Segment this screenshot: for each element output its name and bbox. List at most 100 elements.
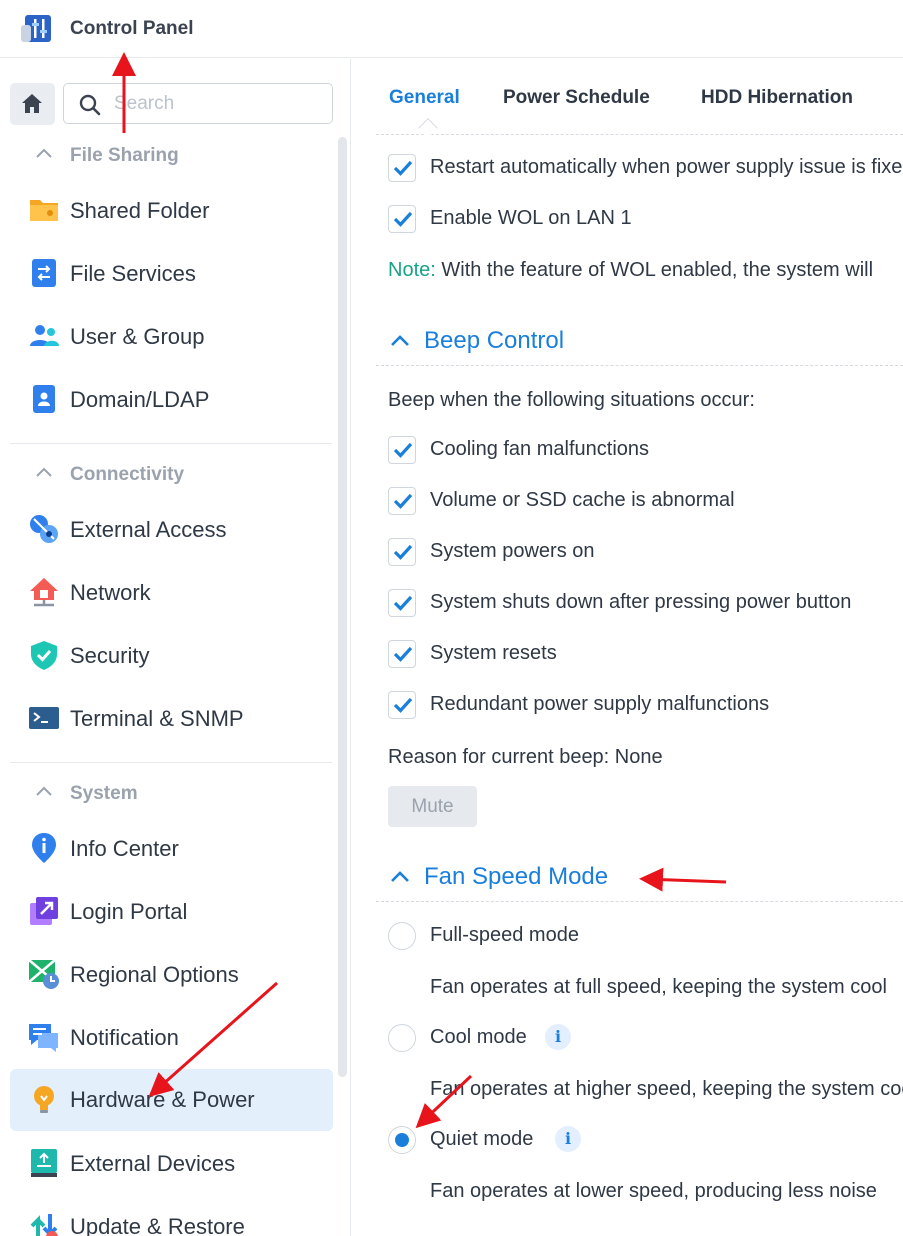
checkmark-icon <box>393 646 413 662</box>
login-portal-icon <box>30 897 58 925</box>
sidebar-divider <box>10 762 332 763</box>
sidebar-item-network[interactable]: Network <box>10 562 333 624</box>
info-icon[interactable]: i <box>555 1126 581 1152</box>
beep-option-label: Redundant power supply malfunctions <box>430 693 770 715</box>
sidebar-item-security[interactable]: Security <box>10 625 333 687</box>
wol-checkbox[interactable] <box>388 205 416 233</box>
group-header-system[interactable]: System <box>35 779 325 809</box>
chevron-up-icon <box>36 786 52 796</box>
beep-option-label: System shuts down after pressing power b… <box>430 591 852 613</box>
wol-note: Note: With the feature of WOL enabled, t… <box>388 259 873 282</box>
active-tab-indicator <box>418 118 438 138</box>
sidebar-item-domain-ldap[interactable]: Domain/LDAP <box>10 369 333 431</box>
beep-checkbox[interactable] <box>388 589 416 617</box>
fan-mode-label: Full-speed mode <box>430 924 579 946</box>
section-beep-control[interactable]: Beep Control <box>376 313 903 373</box>
tab-general[interactable]: General <box>389 87 460 109</box>
beep-checkbox[interactable] <box>388 436 416 464</box>
sidebar-item-login-portal[interactable]: Login Portal <box>10 881 333 943</box>
chevron-up-icon <box>391 871 409 882</box>
search-box[interactable] <box>63 83 333 124</box>
sidebar-item-hardware-power[interactable]: Hardware & Power <box>10 1069 333 1131</box>
beep-checkbox[interactable] <box>388 487 416 515</box>
beep-checkbox[interactable] <box>388 640 416 668</box>
notification-icon <box>29 1024 58 1052</box>
wol-label: Enable WOL on LAN 1 <box>430 207 632 229</box>
sidebar-divider <box>10 443 332 444</box>
restart-auto-checkbox[interactable] <box>388 154 416 182</box>
main-panel: General Power Schedule HDD Hibernation R… <box>352 59 903 1236</box>
beep-option-label: System powers on <box>430 540 595 562</box>
checkmark-icon <box>393 493 413 509</box>
note-key: Note: <box>388 259 436 281</box>
info-icon[interactable]: i <box>545 1024 571 1050</box>
checkmark-icon <box>393 211 413 227</box>
chevron-up-icon <box>36 467 52 477</box>
checkmark-icon <box>393 160 413 176</box>
terminal-icon <box>29 707 59 729</box>
tab-power-schedule[interactable]: Power Schedule <box>503 87 650 109</box>
sidebar: File Sharing Shared Folder File Services… <box>0 59 351 1236</box>
beep-checkbox[interactable] <box>388 691 416 719</box>
section-fan-speed-mode[interactable]: Fan Speed Mode <box>376 849 903 909</box>
restart-auto-label: Restart automatically when power supply … <box>430 156 903 178</box>
beep-checkbox[interactable] <box>388 538 416 566</box>
quiet-mode-radio[interactable] <box>388 1126 416 1154</box>
sidebar-item-terminal-snmp[interactable]: Terminal & SNMP <box>10 688 333 750</box>
home-button[interactable] <box>10 83 55 125</box>
regional-options-icon <box>28 959 59 989</box>
beep-reason: Reason for current beep: None <box>388 746 663 768</box>
tab-bar: General Power Schedule HDD Hibernation <box>376 59 903 138</box>
sidebar-item-external-devices[interactable]: External Devices <box>10 1133 333 1195</box>
sidebar-item-update-restore[interactable]: Update & Restore <box>10 1196 333 1236</box>
shared-folder-icon <box>30 200 58 221</box>
sidebar-item-user-group[interactable]: User & Group <box>10 306 333 368</box>
network-icon <box>30 578 58 607</box>
domain-ldap-icon <box>33 385 55 413</box>
beep-option-label: Cooling fan malfunctions <box>430 438 650 460</box>
checkmark-icon <box>393 697 413 713</box>
full-speed-radio[interactable] <box>388 922 416 950</box>
fan-mode-label: Quiet mode <box>430 1128 534 1150</box>
search-icon <box>79 94 101 116</box>
group-header-connectivity[interactable]: Connectivity <box>35 460 325 490</box>
external-devices-icon <box>31 1149 57 1177</box>
user-group-icon <box>30 325 59 346</box>
info-center-icon <box>32 833 56 863</box>
control-panel-icon <box>21 15 51 42</box>
lightbulb-icon <box>34 1086 54 1113</box>
sidebar-item-notification[interactable]: Notification <box>10 1007 333 1069</box>
chevron-up-icon <box>391 335 409 346</box>
sidebar-item-shared-folder[interactable]: Shared Folder <box>10 180 333 242</box>
sidebar-item-regional-options[interactable]: Regional Options <box>10 944 333 1006</box>
checkmark-icon <box>393 595 413 611</box>
title-bar: Control Panel <box>0 0 903 58</box>
section-divider <box>376 901 903 902</box>
sidebar-item-file-services[interactable]: File Services <box>10 243 333 305</box>
section-divider <box>376 365 903 366</box>
sidebar-item-info-center[interactable]: Info Center <box>10 818 333 880</box>
cool-mode-radio[interactable] <box>388 1024 416 1052</box>
file-services-icon <box>32 259 56 287</box>
sidebar-item-external-access[interactable]: External Access <box>10 499 333 561</box>
search-input[interactable] <box>114 92 314 116</box>
home-icon <box>22 94 42 113</box>
beep-option-label: System resets <box>430 642 557 664</box>
update-restore-icon <box>30 1214 58 1236</box>
checkmark-icon <box>393 442 413 458</box>
external-access-icon <box>30 515 58 543</box>
tab-hdd-hibernation[interactable]: HDD Hibernation <box>701 87 853 109</box>
note-text: With the feature of WOL enabled, the sys… <box>441 259 874 281</box>
shield-icon <box>31 641 57 670</box>
fan-mode-desc: Fan operates at higher speed, keeping th… <box>430 1078 903 1100</box>
sidebar-scrollbar[interactable] <box>338 137 347 1077</box>
app-title: Control Panel <box>70 18 194 39</box>
fan-mode-desc: Fan operates at lower speed, producing l… <box>430 1180 877 1202</box>
beep-intro: Beep when the following situations occur… <box>388 389 755 411</box>
beep-control-title: Beep Control <box>424 327 565 354</box>
group-header-file-sharing[interactable]: File Sharing <box>35 141 325 171</box>
chevron-up-icon <box>36 148 52 158</box>
fan-mode-desc: Fan operates at full speed, keeping the … <box>430 976 887 998</box>
mute-button[interactable]: Mute <box>388 786 477 827</box>
fan-speed-title: Fan Speed Mode <box>424 863 609 890</box>
